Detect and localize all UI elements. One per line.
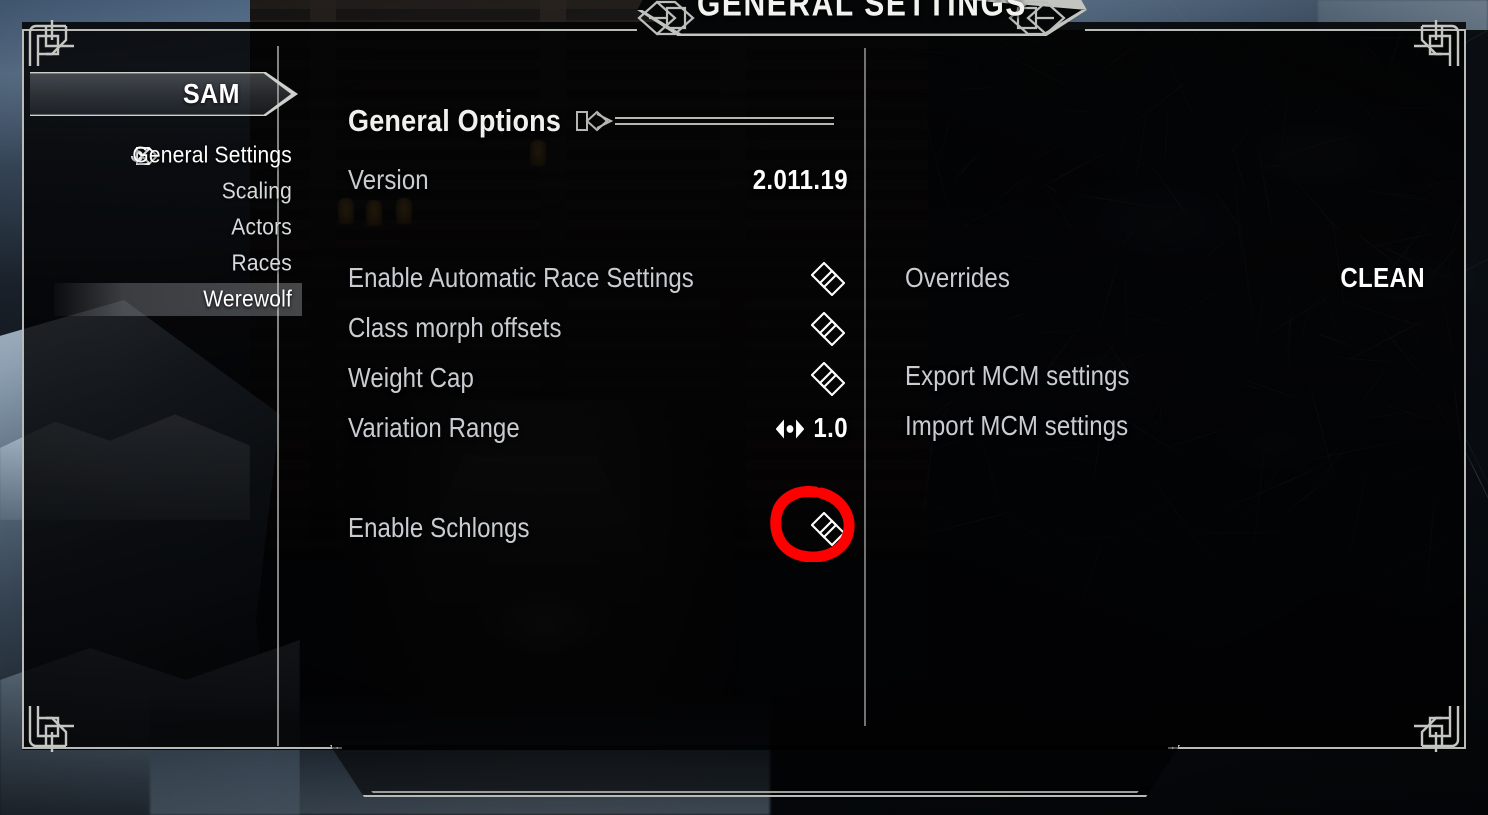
sidebar-nav: General Settings Scaling Actors Races We… xyxy=(24,31,302,747)
section-title: General Options xyxy=(348,103,562,138)
left-options-column: General Options Version 2.011.19 Enable … xyxy=(348,100,848,554)
option-control[interactable] xyxy=(808,362,848,396)
sidebar-item-werewolf[interactable]: Werewolf xyxy=(54,283,302,316)
sidebar-item-label: Scaling xyxy=(221,178,292,204)
section-rule xyxy=(615,117,834,125)
option-control[interactable] xyxy=(808,262,848,296)
option-row-class-morph-offsets[interactable]: Class morph offsets xyxy=(348,304,848,354)
sidebar-item-general-settings[interactable]: General Settings xyxy=(54,139,302,172)
sidebar-item-label: Werewolf xyxy=(203,286,292,312)
corner-knot-ornament-icon xyxy=(1414,706,1460,752)
option-label: Enable Automatic Race Settings xyxy=(348,263,694,294)
slider-arrows-icon[interactable] xyxy=(776,419,805,440)
option-label: Import MCM settings xyxy=(905,411,1129,442)
option-label: Enable Schlongs xyxy=(348,513,530,544)
option-control[interactable] xyxy=(808,512,848,546)
page-title: GENERAL SETTINGS xyxy=(696,0,1028,24)
sidebar-item-scaling[interactable]: Scaling xyxy=(54,175,302,208)
option-value: CLEAN xyxy=(1340,263,1425,294)
option-row-enable-automatic-race-settings[interactable]: Enable Automatic Race Settings xyxy=(348,254,848,304)
frame-bottom-tab-inner xyxy=(336,747,1174,793)
sidebar-item-races[interactable]: Races xyxy=(54,247,302,280)
option-value: 2.011.19 xyxy=(752,165,848,196)
option-label: Overrides xyxy=(905,263,1010,294)
checkbox-knot-icon[interactable] xyxy=(811,312,845,346)
checkbox-knot-icon[interactable] xyxy=(811,512,845,546)
option-label: Variation Range xyxy=(348,413,520,444)
option-row-variation-range[interactable]: Variation Range 1.0 xyxy=(348,404,848,454)
sidebar-item-label: Actors xyxy=(231,214,292,240)
option-row-overrides[interactable]: Overrides CLEAN xyxy=(905,254,1425,304)
option-control[interactable] xyxy=(808,312,848,346)
option-label: Weight Cap xyxy=(348,363,474,394)
frame-border-right xyxy=(1464,29,1466,749)
option-label: Version xyxy=(348,165,429,196)
option-row-version: Version 2.011.19 xyxy=(348,156,848,206)
option-row-enable-schlongs[interactable]: Enable Schlongs xyxy=(348,504,848,554)
option-row-import-mcm-settings[interactable]: Import MCM settings xyxy=(905,402,1425,452)
option-control[interactable]: 1.0 xyxy=(776,413,848,445)
option-label: Export MCM settings xyxy=(905,361,1130,392)
option-label: Class morph offsets xyxy=(348,313,562,344)
column-divider xyxy=(864,48,866,726)
corner-knot-ornament-icon xyxy=(1414,20,1460,66)
section-knot-ornament-icon xyxy=(576,110,614,132)
checkbox-knot-icon[interactable] xyxy=(811,262,845,296)
checkbox-knot-icon[interactable] xyxy=(811,362,845,396)
sidebar-item-label: General Settings xyxy=(132,142,292,168)
sidebar-item-actors[interactable]: Actors xyxy=(54,211,302,244)
right-options-column: Overrides CLEAN Export MCM settings Impo… xyxy=(905,100,1425,452)
option-row-export-mcm-settings[interactable]: Export MCM settings xyxy=(905,352,1425,402)
option-row-weight-cap[interactable]: Weight Cap xyxy=(348,354,848,404)
option-value: 1.0 xyxy=(813,413,848,444)
sidebar-item-label: Races xyxy=(231,250,292,276)
section-header-general-options: General Options xyxy=(348,100,848,142)
